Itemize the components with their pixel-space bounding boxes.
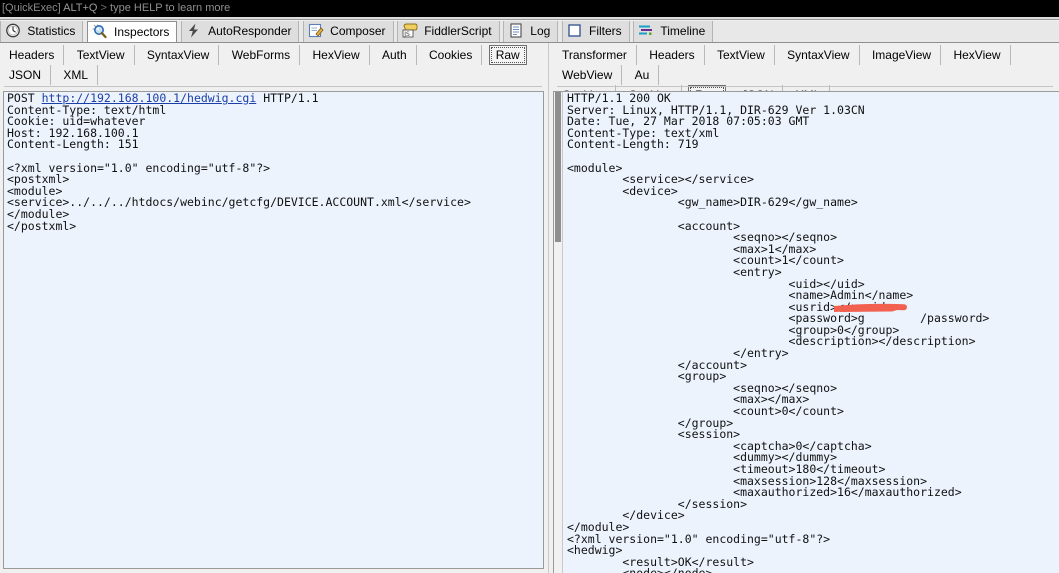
tab-autoresponder-label: AutoResponder	[208, 24, 292, 38]
request-tab-syntaxview[interactable]: SyntaxView	[138, 45, 220, 65]
response-tab-syntaxview[interactable]: SyntaxView	[778, 45, 860, 65]
response-tab-imageview[interactable]: ImageView	[863, 45, 942, 65]
tab-filters[interactable]: Filters	[561, 21, 630, 42]
request-tab-hexview[interactable]: HexView	[303, 45, 370, 65]
response-scrollbar-thumb[interactable]	[555, 92, 561, 242]
tab-filters-label: Filters	[588, 24, 622, 38]
svg-text:JS: JS	[403, 31, 410, 38]
compose-pencil-icon	[308, 23, 324, 38]
tab-composer[interactable]: Composer	[302, 21, 394, 42]
request-tab-headers[interactable]: Headers	[0, 45, 65, 65]
request-tab-webforms[interactable]: WebForms	[223, 45, 301, 65]
response-tab-hexview[interactable]: HexView	[944, 45, 1011, 65]
response-raw-text: HTTP/1.1 200 OK Server: Linux, HTTP/1.1,…	[567, 91, 990, 573]
response-tab-transformer[interactable]: Transformer	[553, 45, 637, 65]
request-tab-textview[interactable]: TextView	[68, 45, 135, 65]
tab-log-label: Log	[530, 24, 551, 38]
request-tab-cookies[interactable]: Cookies	[420, 45, 483, 65]
request-subtab-divider	[4, 86, 542, 87]
response-raw-viewer[interactable]: HTTP/1.1 200 OK Server: Linux, HTTP/1.1,…	[553, 91, 1059, 573]
response-tab-headers[interactable]: Headers	[640, 45, 705, 65]
quickexec-bar[interactable]: [QuickExec] ALT+Q > type HELP to learn m…	[0, 0, 1059, 17]
tab-fiddlerscript-label: FiddlerScript	[424, 24, 492, 38]
quickexec-shortcut: ALT+Q	[63, 2, 98, 14]
response-subtab-divider	[557, 86, 1053, 87]
tab-timeline-label: Timeline	[660, 24, 706, 38]
request-pane: Headers TextView SyntaxView WebForms Hex…	[0, 43, 548, 573]
quickexec-prefix: [QuickExec]	[2, 2, 61, 14]
response-tab-textview[interactable]: TextView	[708, 45, 775, 65]
request-tab-xml[interactable]: XML	[54, 65, 99, 85]
tab-statistics[interactable]: Statistics	[0, 21, 84, 42]
response-subtab-strip: Transformer Headers TextView SyntaxView …	[553, 43, 1059, 105]
log-document-icon	[508, 23, 524, 38]
lightning-bolt-icon	[186, 23, 202, 38]
request-subtab-strip: Headers TextView SyntaxView WebForms Hex…	[0, 43, 548, 87]
response-tab-auth[interactable]: Au	[626, 65, 660, 85]
tab-inspectors[interactable]: Inspectors	[86, 21, 178, 42]
request-version: HTTP/1.1	[256, 91, 319, 105]
tab-composer-label: Composer	[330, 24, 386, 38]
request-tab-raw[interactable]: Raw	[488, 45, 527, 65]
request-raw-text: POST http://192.168.100.1/hedwig.cgi HTT…	[4, 92, 543, 232]
request-body-text: Content-Type: text/html Cookie: uid=what…	[7, 102, 471, 233]
tab-inspectors-label: Inspectors	[114, 25, 170, 39]
main-tab-strip: Statistics Inspectors AutoResponder Comp…	[0, 21, 1059, 43]
response-pane: Transformer Headers TextView SyntaxView …	[553, 43, 1059, 573]
request-tab-json[interactable]: JSON	[0, 65, 52, 85]
tab-autoresponder[interactable]: AutoResponder	[180, 21, 300, 42]
fiddler-window: [QuickExec] ALT+Q > type HELP to learn m…	[0, 0, 1059, 573]
clock-icon	[5, 23, 21, 38]
tab-log[interactable]: Log	[502, 21, 559, 42]
request-raw-viewer[interactable]: POST http://192.168.100.1/hedwig.cgi HTT…	[3, 91, 544, 569]
timeline-bars-icon	[638, 23, 654, 38]
tab-fiddlerscript[interactable]: JS FiddlerScript	[396, 21, 500, 42]
response-tab-webview[interactable]: WebView	[553, 65, 623, 85]
filter-checkbox-icon	[567, 23, 583, 38]
response-vertical-scrollbar[interactable]	[554, 92, 563, 573]
quickexec-underline	[0, 17, 1059, 20]
magnifier-icon	[92, 24, 108, 39]
request-tab-auth[interactable]: Auth	[373, 45, 417, 65]
script-js-icon: JS	[402, 23, 418, 38]
quickexec-hint: type HELP to learn more	[110, 2, 231, 14]
tab-statistics-label: Statistics	[27, 24, 76, 38]
quickexec-separator: >	[100, 2, 107, 14]
tab-timeline[interactable]: Timeline	[633, 21, 714, 42]
